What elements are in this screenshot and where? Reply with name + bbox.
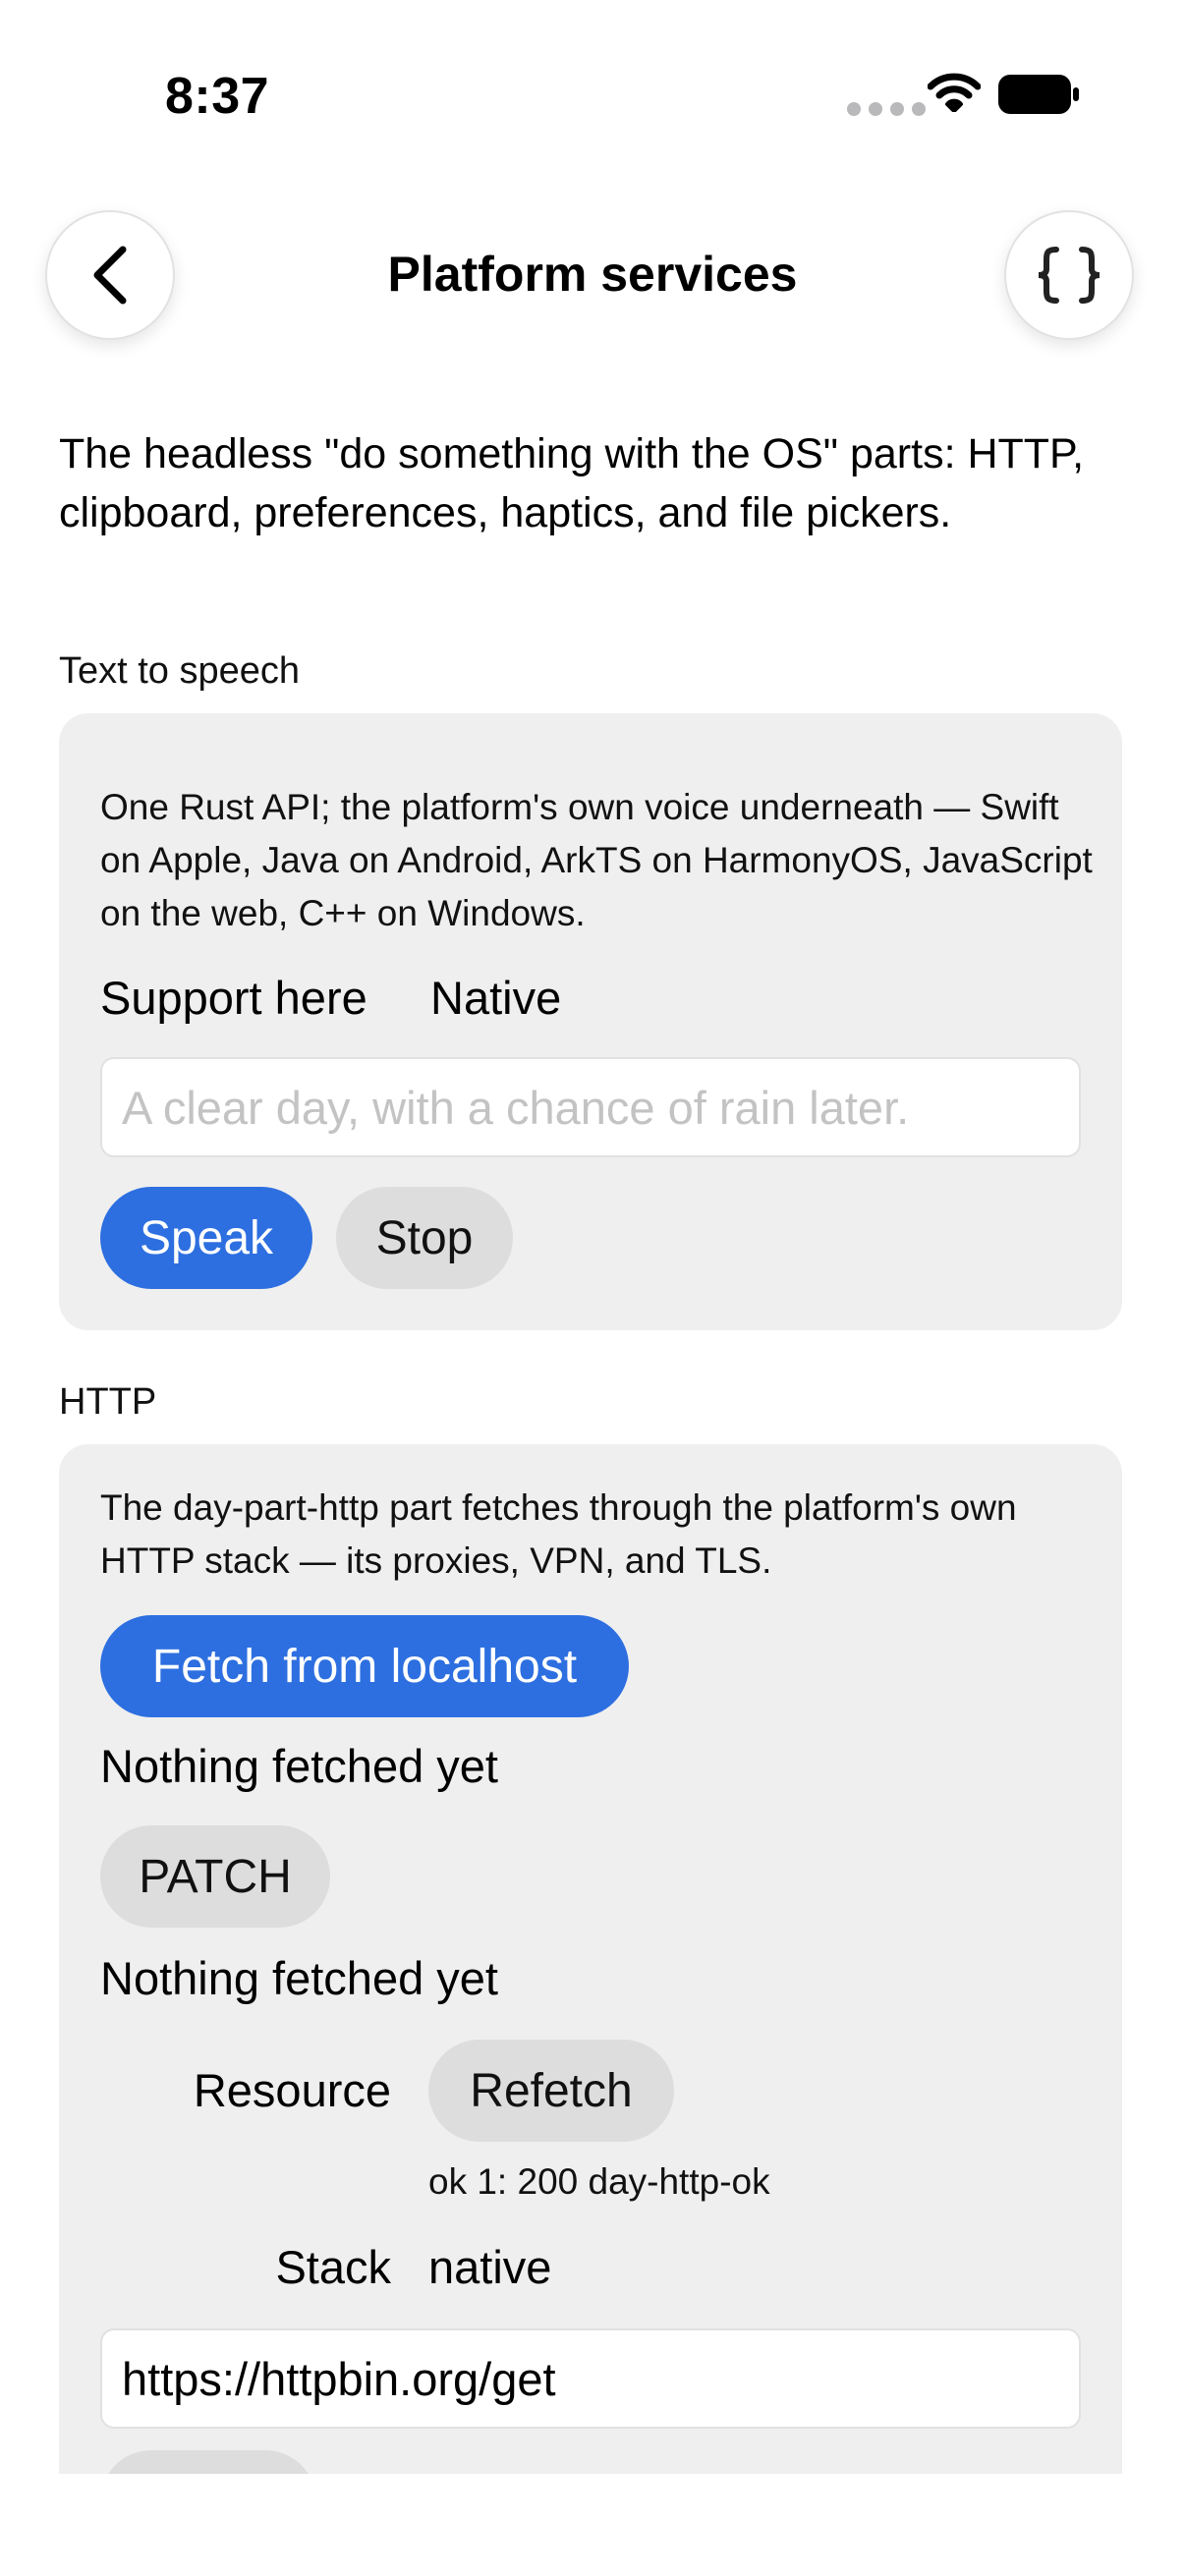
chevron-left-icon (93, 246, 127, 305)
tts-section-label: Text to speech (59, 650, 301, 692)
patch-status: Nothing fetched yet (100, 1952, 498, 2004)
fetch-localhost-button[interactable]: Fetch from localhost (100, 1615, 629, 1717)
refetch-button[interactable]: Refetch (428, 2040, 674, 2142)
http-section-label: HTTP (59, 1381, 157, 1423)
view-source-button[interactable] (1004, 210, 1134, 340)
page-title: Platform services (387, 247, 798, 302)
stack-label: Stack (275, 2241, 391, 2293)
tts-support-value: Native (430, 972, 562, 1024)
url-input[interactable]: https://httpbin.org/get (100, 2328, 1081, 2429)
http-description: The day-part-http part fetches through t… (100, 1487, 1017, 1581)
tts-support-label: Support here (100, 972, 367, 1024)
wifi-icon (928, 73, 981, 112)
status-time: 8:37 (165, 68, 270, 125)
patch-button[interactable]: PATCH (100, 1825, 330, 1928)
speak-button[interactable]: Speak (100, 1187, 312, 1289)
intro-text: The headless "do something with the OS" … (59, 430, 1085, 536)
tts-text-input[interactable]: A clear day, with a chance of rain later… (100, 1057, 1081, 1157)
back-button[interactable] (45, 210, 175, 340)
cellular-signal-icon (847, 102, 926, 116)
bottom-safe-area (0, 2474, 1185, 2576)
resource-status: ok 1: 200 day-http-ok (428, 2161, 770, 2202)
stop-button[interactable]: Stop (336, 1187, 513, 1289)
fetch-status: Nothing fetched yet (100, 1740, 498, 1792)
tts-description: One Rust API; the platform's own voice u… (100, 787, 1093, 933)
stack-value: native (428, 2241, 552, 2293)
battery-icon (998, 75, 1079, 114)
resource-label: Resource (193, 2064, 391, 2116)
braces-icon (1038, 247, 1100, 304)
